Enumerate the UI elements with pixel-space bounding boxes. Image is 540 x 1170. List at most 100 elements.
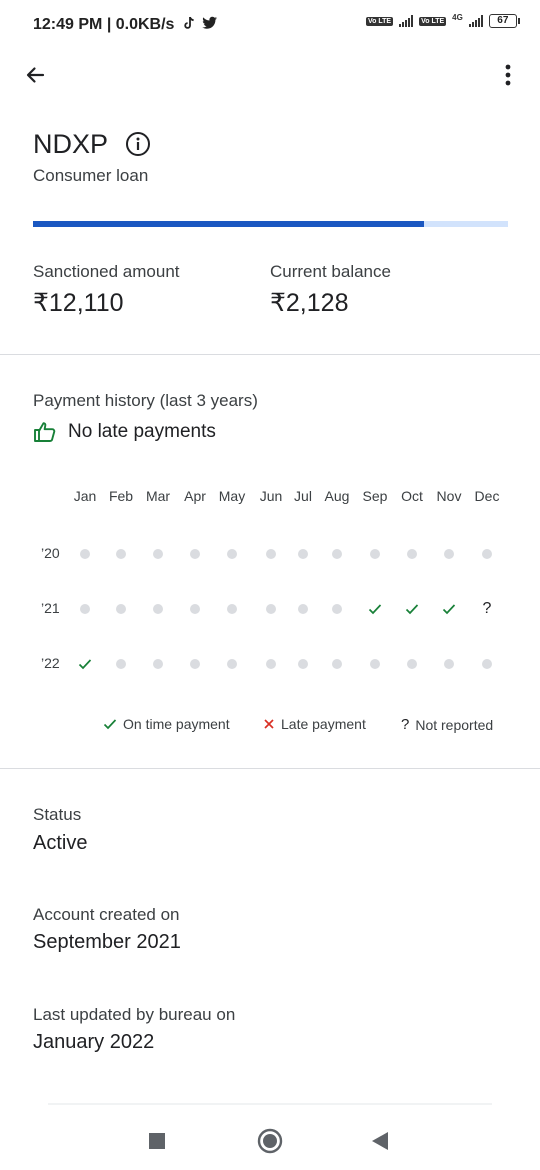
home-circle-icon — [257, 1128, 283, 1154]
month-label: Aug — [324, 488, 350, 504]
empty-dot — [293, 544, 313, 564]
info-icon[interactable] — [125, 131, 151, 157]
check-icon — [103, 719, 117, 730]
empty-dot — [439, 544, 459, 564]
signal-icon-2 — [468, 15, 483, 27]
legend-late-label: Late payment — [281, 716, 366, 732]
signal-icon — [399, 15, 414, 27]
empty-dot — [477, 654, 497, 674]
month-label: Feb — [108, 488, 134, 504]
account-created-label: Account created on — [33, 905, 180, 924]
empty-dot — [365, 654, 385, 674]
back-nav-button[interactable] — [363, 1124, 397, 1158]
repayment-progress-bar — [33, 221, 508, 227]
back-button[interactable] — [18, 58, 52, 92]
account-created-value: September 2021 — [33, 931, 181, 953]
year-label: ’22 — [41, 655, 60, 671]
month-label: Sep — [362, 488, 388, 504]
month-label: Jul — [294, 488, 312, 504]
thumbs-up-icon — [34, 422, 56, 442]
empty-dot — [148, 544, 168, 564]
month-label: Nov — [436, 488, 462, 504]
month-label: Apr — [184, 488, 206, 504]
empty-dot — [293, 654, 313, 674]
battery-level: 67 — [497, 15, 509, 26]
close-icon — [264, 719, 274, 729]
not-reported-icon: ? — [482, 600, 492, 617]
recents-button[interactable] — [140, 1124, 174, 1158]
year-label: ’21 — [41, 600, 60, 616]
account-name: NDXP — [33, 129, 109, 159]
tiktok-icon — [184, 16, 194, 29]
empty-dot — [222, 544, 242, 564]
last-updated-value: January 2022 — [33, 1031, 155, 1053]
month-label: Dec — [474, 488, 500, 504]
empty-dot — [439, 654, 459, 674]
legend-late: Late payment — [263, 716, 366, 732]
empty-dot — [111, 544, 131, 564]
more-vert-icon — [505, 64, 511, 86]
current-balance-label: Current balance — [270, 262, 391, 281]
empty-dot — [75, 544, 95, 564]
ontime-check-icon — [439, 599, 459, 619]
ontime-check-icon — [75, 654, 95, 674]
payment-history-summary: No late payments — [33, 421, 216, 443]
payment-history-label: Payment history (last 3 years) — [33, 391, 258, 410]
empty-dot — [402, 654, 422, 674]
status-time: 12:49 PM | 0.0KB/s — [33, 16, 175, 33]
volte-badge: Vo LTE — [366, 16, 394, 26]
status-time-and-speed: 12:49 PM | 0.0KB/s — [33, 16, 218, 34]
battery-icon: 67 — [488, 14, 520, 28]
scroll-hint-divider — [48, 1103, 492, 1105]
empty-dot — [327, 544, 347, 564]
empty-dot — [402, 544, 422, 564]
empty-dot — [477, 544, 497, 564]
month-label: Oct — [401, 488, 423, 504]
last-updated-label: Last updated by bureau on — [33, 1005, 236, 1024]
empty-dot — [365, 544, 385, 564]
month-label: Jun — [259, 488, 283, 504]
volte-badge-2: Vo LTE — [419, 16, 447, 26]
empty-dot — [261, 654, 281, 674]
empty-dot — [111, 654, 131, 674]
account-type: Consumer loan — [33, 166, 149, 185]
empty-dot — [111, 599, 131, 619]
divider — [0, 354, 540, 355]
status-bar: 12:49 PM | 0.0KB/s Vo LTE Vo LTE 4G 67 — [0, 0, 540, 50]
empty-dot — [185, 654, 205, 674]
month-label: Jan — [73, 488, 97, 504]
question-icon: ? — [401, 716, 410, 733]
arrow-back-icon — [26, 67, 45, 83]
empty-dot — [293, 599, 313, 619]
sanctioned-amount-label: Sanctioned amount — [33, 262, 180, 281]
network-type: 4G — [452, 12, 463, 22]
payment-history-summary-text: No late payments — [68, 421, 216, 442]
status-value: Active — [33, 832, 88, 854]
month-label: May — [218, 488, 246, 504]
empty-dot — [222, 599, 242, 619]
home-button[interactable] — [253, 1124, 287, 1158]
payment-legend: On time payment Late payment ? Not repor… — [0, 716, 540, 736]
current-balance-value: ₹2,128 — [270, 289, 349, 317]
empty-dot — [327, 654, 347, 674]
repayment-progress-fill — [33, 221, 425, 227]
empty-dot — [327, 599, 347, 619]
empty-dot — [261, 599, 281, 619]
more-options-button[interactable] — [494, 58, 522, 92]
divider — [0, 768, 540, 769]
ontime-check-icon — [365, 599, 385, 619]
empty-dot — [75, 599, 95, 619]
legend-ontime: On time payment — [103, 716, 230, 732]
status-label: Status — [33, 805, 82, 824]
square-icon — [149, 1133, 165, 1149]
year-label: ’20 — [41, 545, 60, 561]
empty-dot — [148, 654, 168, 674]
twitter-icon — [202, 16, 218, 29]
month-label: Mar — [145, 488, 171, 504]
legend-not-reported-label: Not reported — [415, 716, 494, 733]
empty-dot — [185, 544, 205, 564]
empty-dot — [261, 544, 281, 564]
legend-ontime-label: On time payment — [123, 716, 230, 732]
triangle-back-icon — [372, 1132, 388, 1150]
status-indicators: Vo LTE Vo LTE 4G 67 — [366, 12, 520, 28]
